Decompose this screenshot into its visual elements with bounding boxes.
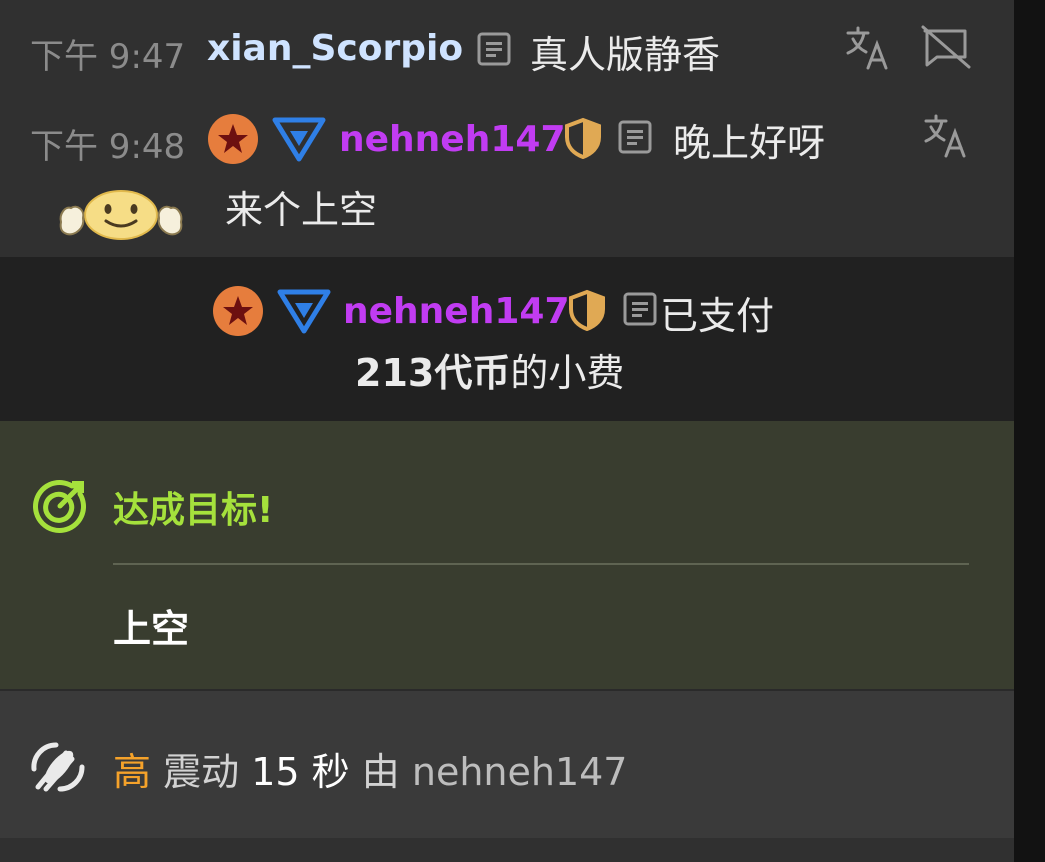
star-badge-icon xyxy=(213,286,263,336)
message-time: 下午 9:48 xyxy=(30,127,186,167)
vibration-action: 震动 xyxy=(163,750,240,794)
user-note-icon[interactable] xyxy=(622,291,658,327)
moderator-shield-icon xyxy=(569,289,605,331)
chat-panel: 下午 9:47 xian_Scorpio 真人版静香 下午 9:48 nehne… xyxy=(0,0,1014,862)
tip-amount-line: 213代币的小费 xyxy=(355,342,624,397)
tip-amount: 213代币 xyxy=(355,351,511,395)
goal-notice: 达成目标! 上空 xyxy=(0,421,1014,689)
user-note-icon[interactable] xyxy=(476,31,512,67)
vibration-icon xyxy=(31,742,85,792)
goal-title: 达成目标! xyxy=(113,490,274,531)
star-badge-icon xyxy=(208,114,258,164)
message-time: 下午 9:47 xyxy=(30,37,186,77)
message-username[interactable]: xian_Scorpio xyxy=(207,28,463,69)
goal-description: 上空 xyxy=(113,607,190,651)
translate-icon[interactable] xyxy=(845,26,891,70)
user-note-icon[interactable] xyxy=(617,119,653,155)
vibration-text: 高 震动 15 秒 由 nehneh147 xyxy=(113,741,627,796)
translate-icon[interactable] xyxy=(923,114,969,158)
emote-image xyxy=(59,190,183,240)
hide-icon[interactable] xyxy=(920,24,972,70)
message-text: 晚上好呀 xyxy=(673,121,826,165)
vibration-username[interactable]: nehneh147 xyxy=(412,750,628,794)
goal-divider xyxy=(113,563,969,565)
message-text-line2: 来个上空 xyxy=(225,188,378,232)
goal-target-icon xyxy=(33,480,86,533)
tip-username[interactable]: nehneh147 xyxy=(343,291,570,332)
moderator-shield-icon xyxy=(565,117,601,159)
message-username[interactable]: nehneh147 xyxy=(339,119,566,160)
vibration-notice: 高 震动 15 秒 由 nehneh147 xyxy=(0,689,1014,838)
tip-suffix: 的小费 xyxy=(510,351,625,395)
chat-message: 下午 9:48 nehneh147 晚上好呀 来个上空 xyxy=(0,100,1014,257)
tip-text: 已支付 xyxy=(660,294,775,338)
message-text: 真人版静香 xyxy=(530,33,721,77)
tier-badge-icon xyxy=(272,117,326,162)
tier-badge-icon xyxy=(277,289,331,334)
vibration-duration: 15 秒 xyxy=(251,750,350,794)
vibration-by: 由 xyxy=(361,750,400,794)
tip-notice: nehneh147 已支付 213代币的小费 xyxy=(0,257,1014,421)
chat-message: 下午 9:47 xian_Scorpio 真人版静香 xyxy=(0,0,1014,100)
side-panel-edge xyxy=(1014,0,1045,862)
vibration-level: 高 xyxy=(113,750,152,794)
